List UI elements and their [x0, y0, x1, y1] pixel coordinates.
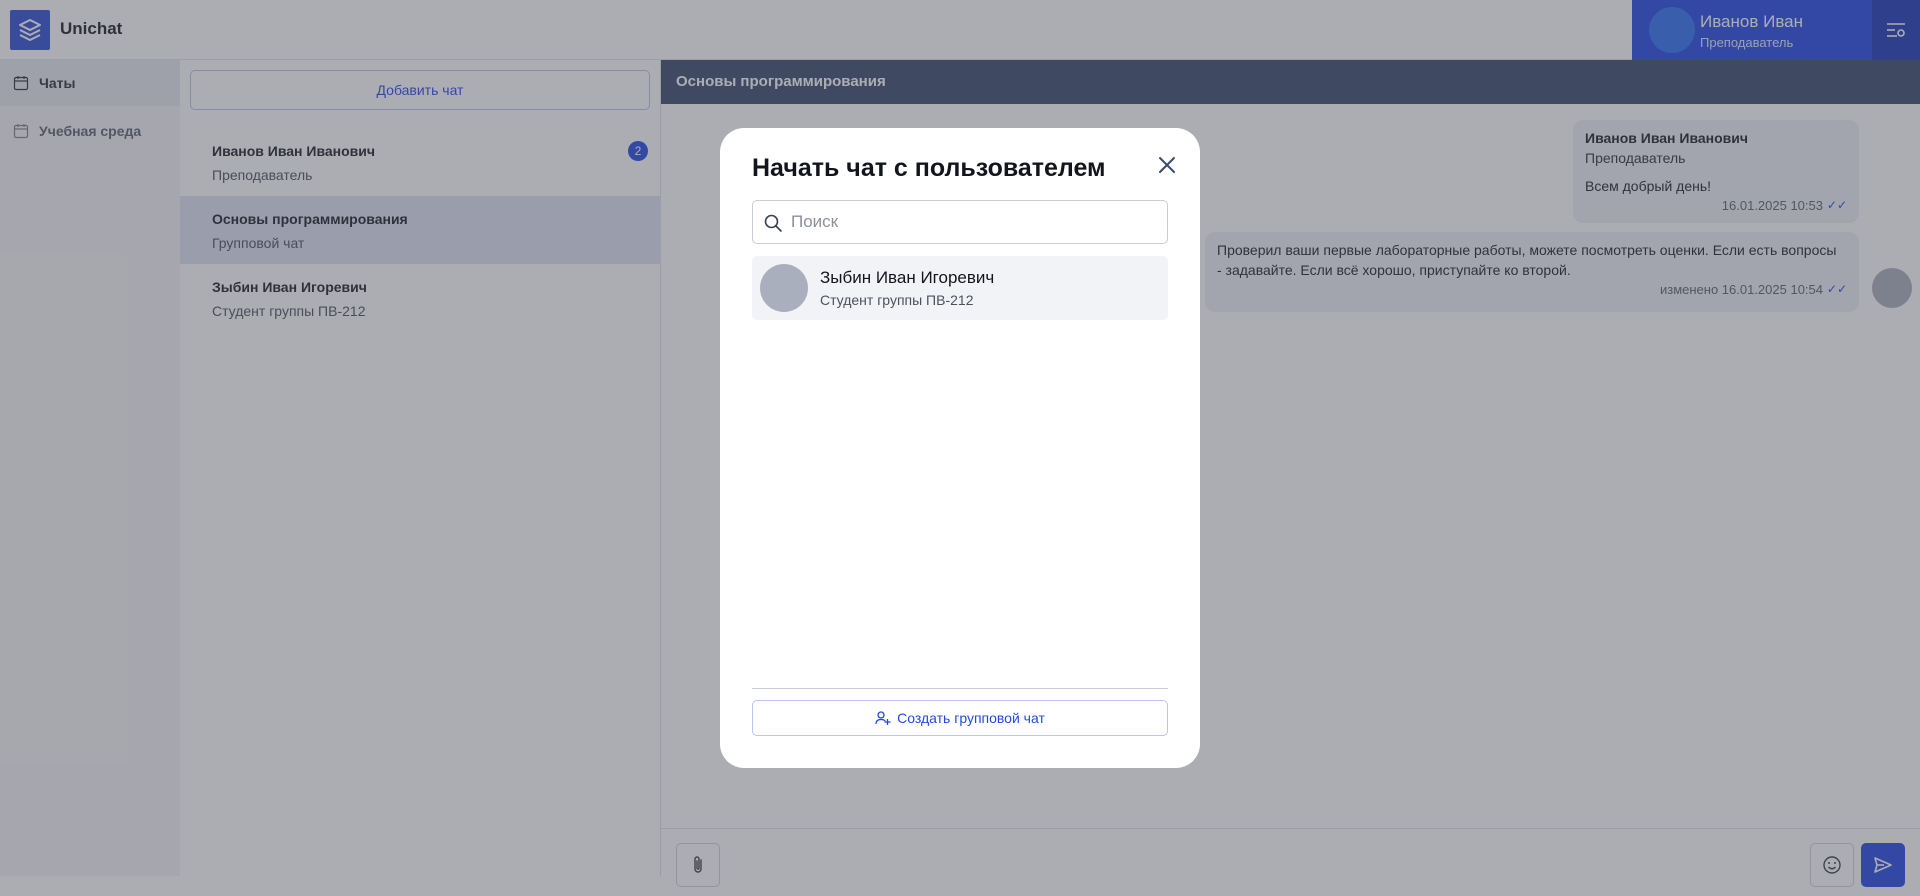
- create-group-chat-label: Создать групповой чат: [897, 710, 1045, 726]
- user-list-item-subtitle: Студент группы ПВ-212: [820, 292, 974, 308]
- close-icon: [1159, 157, 1175, 173]
- search-icon: [764, 214, 782, 232]
- dialog-title: Начать чат с пользователем: [752, 154, 1106, 182]
- avatar: [760, 264, 808, 312]
- divider: [752, 688, 1168, 689]
- user-list-item[interactable]: Зыбин Иван Игоревич Студент группы ПВ-21…: [752, 256, 1168, 320]
- user-list-item-name: Зыбин Иван Игоревич: [820, 268, 995, 287]
- create-group-chat-button[interactable]: Создать групповой чат: [752, 700, 1168, 736]
- search-field[interactable]: [752, 200, 1168, 244]
- search-input[interactable]: [791, 203, 1161, 241]
- start-chat-dialog: Начать чат с пользователем Зыбин Иван Иг…: [720, 128, 1200, 768]
- add-user-icon: [875, 711, 891, 725]
- close-button[interactable]: [1152, 150, 1182, 180]
